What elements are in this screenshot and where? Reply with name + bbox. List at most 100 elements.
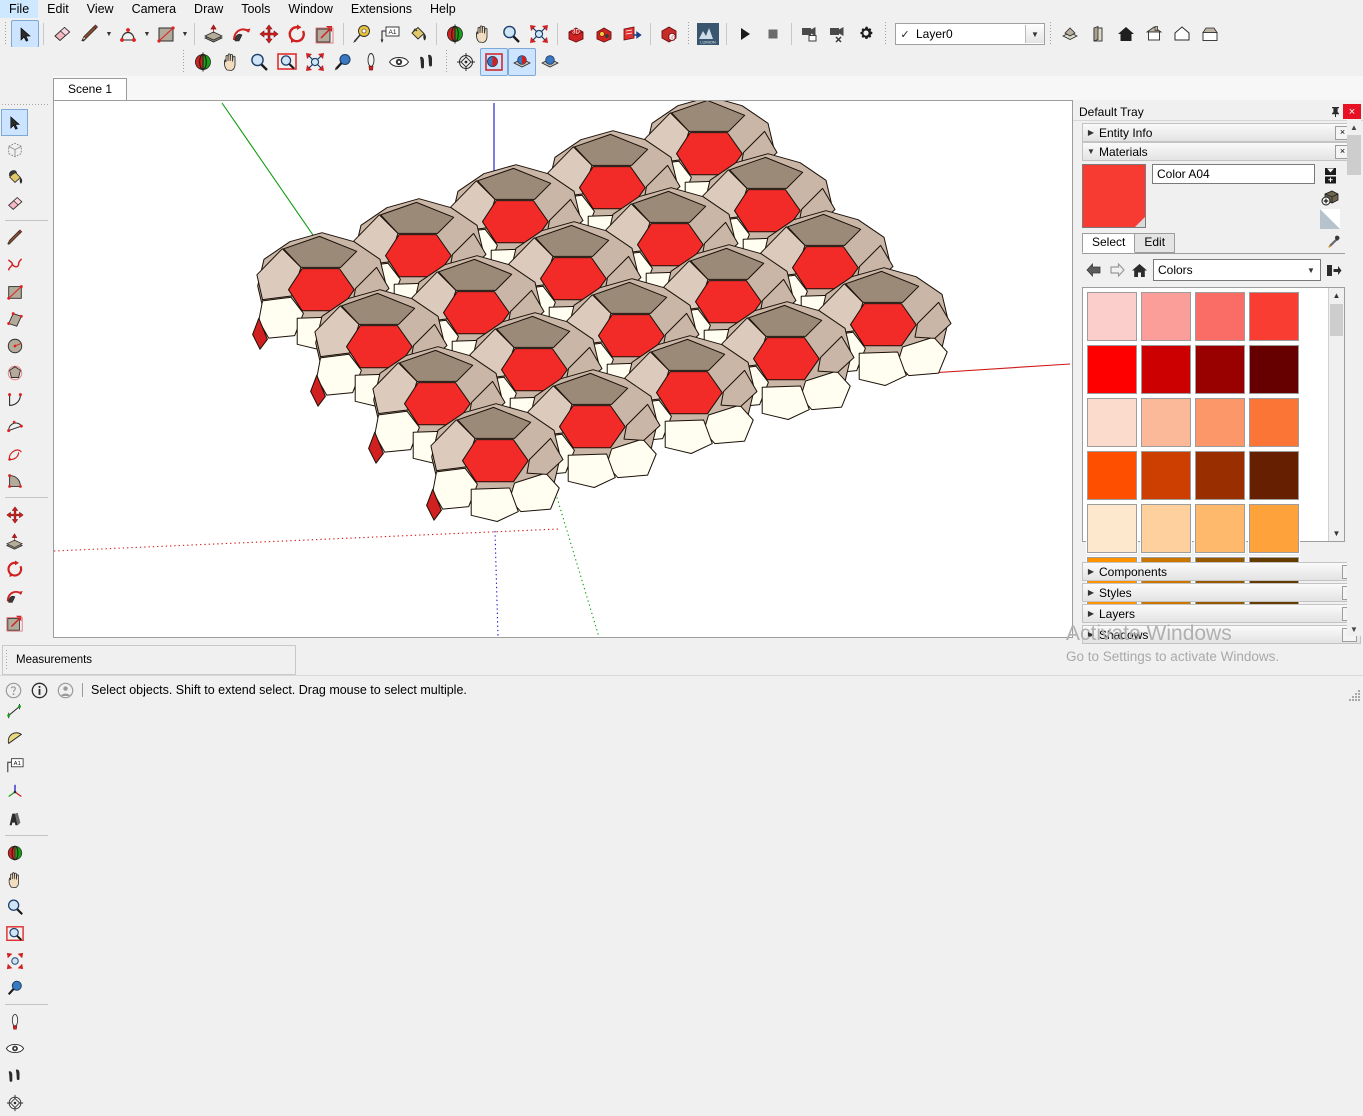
move-tool-button[interactable]: [255, 20, 283, 48]
paint-bucket-tool-button-left[interactable]: [1, 163, 28, 190]
three-point-arc-tool-button[interactable]: [1, 440, 28, 467]
rectangle-tool-dropdown[interactable]: ▼: [180, 21, 190, 47]
default-material-swatch[interactable]: [1318, 208, 1342, 230]
pushpull-tool-button[interactable]: [199, 20, 227, 48]
color-swatch[interactable]: [1140, 450, 1192, 501]
help-icon[interactable]: [0, 677, 26, 703]
scale-tool-button[interactable]: [311, 20, 339, 48]
stop-animation-button[interactable]: [759, 20, 787, 48]
pan-tool-button-2[interactable]: [217, 48, 245, 76]
menu-window[interactable]: Window: [279, 0, 341, 18]
arc-tool-button-left[interactable]: [1, 386, 28, 413]
top-view-button[interactable]: [1140, 20, 1168, 48]
select-tool-button[interactable]: [11, 20, 39, 48]
color-swatch[interactable]: [1194, 450, 1246, 501]
nav-home-button[interactable]: [1128, 260, 1151, 281]
share-model-button[interactable]: [618, 20, 646, 48]
rotated-rectangle-tool-button[interactable]: [1, 305, 28, 332]
lumion-logo-button[interactable]: LUMION: [694, 20, 722, 48]
pan-tool-button-left[interactable]: [1, 866, 28, 893]
line-tool-button-left[interactable]: [1, 224, 28, 251]
material-name-input[interactable]: [1152, 164, 1315, 184]
eraser-tool-button[interactable]: [48, 20, 76, 48]
rectangle-tool-button[interactable]: [152, 20, 180, 48]
set-default-material-button[interactable]: [1318, 186, 1342, 208]
text-tool-button-left[interactable]: A1: [1, 751, 28, 778]
home-view-button[interactable]: [1112, 20, 1140, 48]
tab-select[interactable]: Select: [1082, 233, 1135, 253]
color-swatch[interactable]: [1086, 503, 1138, 554]
color-swatch[interactable]: [1086, 397, 1138, 448]
color-swatch[interactable]: [1248, 397, 1300, 448]
panel-components[interactable]: ▶ Components ×: [1082, 562, 1361, 581]
play-animation-button[interactable]: [731, 20, 759, 48]
display-section-fill-toggle[interactable]: [536, 48, 564, 76]
back-view-button[interactable]: [1196, 20, 1224, 48]
previous-view-tool-button[interactable]: [329, 48, 357, 76]
eyedropper-icon[interactable]: [1323, 234, 1343, 252]
menu-help[interactable]: Help: [421, 0, 465, 18]
color-swatch[interactable]: [1248, 344, 1300, 395]
tray-scroll-thumb[interactable]: [1347, 135, 1361, 175]
orbit-tool-button-2[interactable]: [189, 48, 217, 76]
look-around-tool-button[interactable]: [385, 48, 413, 76]
model-canvas[interactable]: [54, 101, 1072, 637]
zoom-window-tool-button-left[interactable]: [1, 920, 28, 947]
iso-view-button[interactable]: [1056, 20, 1084, 48]
pin-icon[interactable]: [1327, 104, 1343, 119]
toolbar-grip[interactable]: [686, 22, 692, 46]
color-swatch[interactable]: [1140, 397, 1192, 448]
front-view-button[interactable]: [1084, 20, 1112, 48]
rotate-tool-button[interactable]: [283, 20, 311, 48]
display-section-planes-toggle[interactable]: [480, 48, 508, 76]
protractor-tool-button[interactable]: [1, 724, 28, 751]
panel-entity-info[interactable]: ▶ Entity Info ×: [1082, 123, 1354, 142]
arc-tool-button[interactable]: [114, 20, 142, 48]
make-component-tool-button[interactable]: [1, 136, 28, 163]
text-tool-button[interactable]: A1: [376, 20, 404, 48]
orbit-tool-button-left[interactable]: [1, 839, 28, 866]
nav-back-button[interactable]: [1082, 260, 1105, 281]
create-material-button[interactable]: [1318, 164, 1342, 186]
polygon-tool-button[interactable]: [1, 359, 28, 386]
section-plane-tool-button-left[interactable]: [1, 1089, 28, 1116]
tray-scroll-down-icon[interactable]: ▼: [1347, 622, 1361, 636]
tape-measure-tool-button[interactable]: [348, 20, 376, 48]
toolbar-grip[interactable]: [3, 22, 9, 46]
line-tool-button[interactable]: [76, 20, 104, 48]
look-around-tool-button-left[interactable]: [1, 1035, 28, 1062]
info-icon[interactable]: [26, 677, 52, 703]
toolbar-grip[interactable]: [1048, 22, 1054, 46]
material-swatch-area[interactable]: ▲ ▼: [1082, 287, 1345, 542]
color-swatch[interactable]: [1194, 291, 1246, 342]
tray-scrollbar[interactable]: ▲ ▼: [1347, 120, 1361, 636]
nav-forward-button[interactable]: [1105, 260, 1128, 281]
3d-text-tool-button[interactable]: [1, 805, 28, 832]
freehand-tool-button[interactable]: [1, 251, 28, 278]
color-swatch[interactable]: [1194, 503, 1246, 554]
position-camera-tool-button-left[interactable]: [1, 1008, 28, 1035]
tray-close-button[interactable]: ×: [1343, 104, 1361, 119]
previous-view-tool-button-left[interactable]: [1, 974, 28, 1001]
eraser-tool-button-left[interactable]: [1, 190, 28, 217]
walk-tool-button[interactable]: [413, 48, 441, 76]
zoom-extents-tool-button[interactable]: [525, 20, 553, 48]
toolbar-grip[interactable]: [181, 50, 187, 74]
menu-draw[interactable]: Draw: [185, 0, 232, 18]
add-scene-button[interactable]: [796, 20, 824, 48]
scene-tab-1[interactable]: Scene 1: [53, 78, 127, 101]
measurements-input[interactable]: [134, 648, 295, 672]
color-swatch[interactable]: [1248, 450, 1300, 501]
zoom-extents-tool-button-left[interactable]: [1, 947, 28, 974]
panel-layers[interactable]: ▶ Layers ×: [1082, 604, 1361, 623]
delete-scene-button[interactable]: [824, 20, 852, 48]
scroll-down-icon[interactable]: ▼: [1329, 526, 1344, 541]
two-point-arc-tool-button[interactable]: [1, 413, 28, 440]
paint-bucket-tool-button[interactable]: [404, 20, 432, 48]
account-icon[interactable]: [52, 677, 78, 703]
line-tool-dropdown[interactable]: ▼: [104, 21, 114, 47]
zoom-tool-button-2[interactable]: [245, 48, 273, 76]
display-section-cuts-toggle[interactable]: [508, 48, 536, 76]
section-plane-tool-button[interactable]: [452, 48, 480, 76]
followme-tool-button-left[interactable]: [1, 582, 28, 609]
